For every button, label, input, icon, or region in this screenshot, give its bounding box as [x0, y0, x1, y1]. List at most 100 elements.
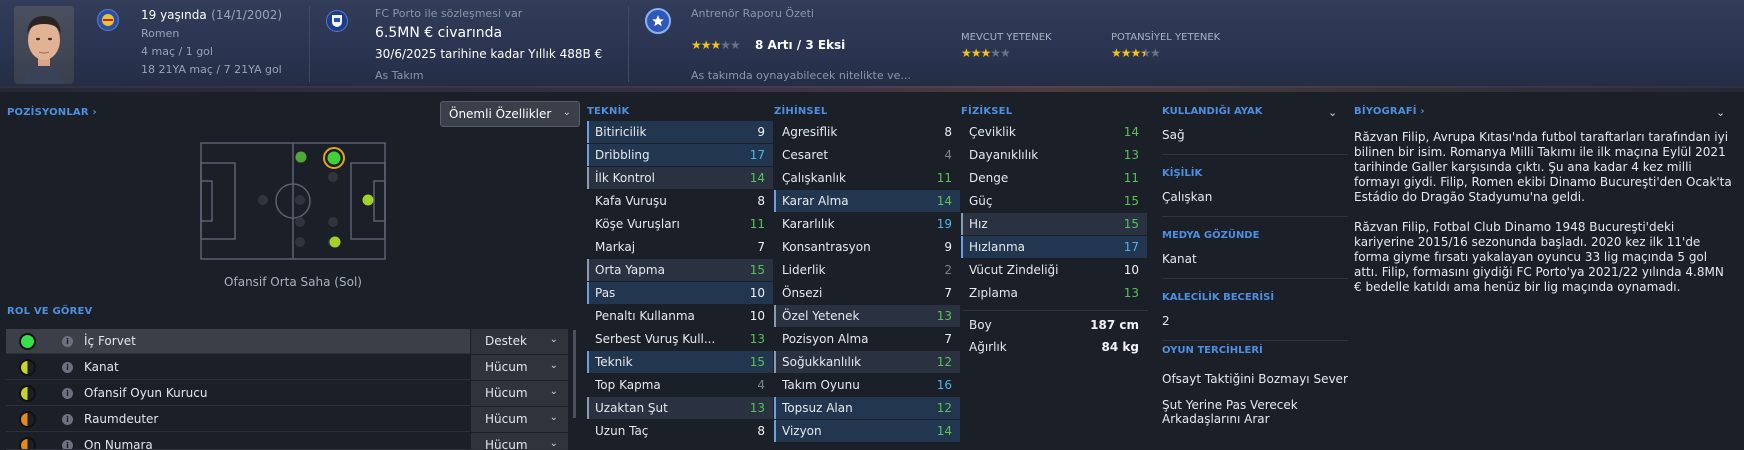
attribute-value: 10 — [749, 286, 765, 300]
role-row[interactable]: i İç Forvet Destek ⌄ — [6, 329, 568, 354]
media-description: Kanat — [1162, 252, 1197, 266]
attribute-value: 15 — [1123, 217, 1139, 231]
position-pitch — [200, 142, 386, 260]
attribute-name: Uzun Taç — [595, 424, 649, 438]
info-icon[interactable]: i — [62, 414, 73, 425]
duty-dropdown[interactable]: Destek ⌄ — [470, 329, 568, 354]
duty-dropdown[interactable]: Hücum ⌄ — [470, 433, 568, 449]
weight-value: 84 kg — [1101, 340, 1139, 354]
attribute-value: 13 — [749, 401, 765, 415]
attribute-name: Top Kapma — [595, 378, 661, 392]
info-icon[interactable]: i — [62, 336, 73, 347]
duty-dropdown[interactable]: Hücum ⌄ — [470, 407, 568, 432]
contract-club: FC Porto ile sözleşmesi var — [375, 7, 523, 20]
attribute-value: 19 — [936, 217, 952, 231]
attribute-row: İlk Kontrol 14 — [587, 167, 773, 189]
mental-title: ZİHİNSEL — [774, 106, 828, 117]
attribute-row: Cesaret 4 — [774, 144, 960, 166]
potential-ability-label: POTANSİYEL YETENEK — [1111, 32, 1221, 43]
attribute-name: Çeviklik — [969, 125, 1016, 139]
attribute-name: Serbest Vuruş Kull... — [595, 332, 716, 346]
attribute-value: 10 — [749, 309, 765, 323]
duty-dropdown[interactable]: Hücum ⌄ — [470, 355, 568, 380]
attribute-name: Önsezi — [782, 286, 823, 300]
attribute-value: 14 — [936, 424, 952, 438]
attribute-value: 7 — [944, 332, 952, 346]
attribute-name: Uzaktan Şut — [595, 401, 668, 415]
player-trait: Ofsayt Taktiğini Bozmayı Sever — [1162, 372, 1348, 386]
duty-dropdown[interactable]: Hücum ⌄ — [470, 381, 568, 406]
chevron-down-icon: ⌄ — [549, 360, 558, 371]
info-icon[interactable]: i — [62, 388, 73, 399]
attribute-row: Liderlik 2 — [774, 259, 960, 281]
attribute-value: 12 — [936, 355, 952, 369]
attribute-name: Kararlılık — [782, 217, 835, 231]
divider — [1162, 216, 1348, 217]
attribute-name: İlk Kontrol — [595, 171, 655, 185]
attribute-row: Agresiflik 8 — [774, 121, 960, 143]
attribute-name: Vücut Zindeliği — [969, 263, 1059, 277]
roles-title: ROL VE GÖREV — [7, 306, 93, 317]
star-badge-icon — [645, 8, 671, 34]
attribute-row: Özel Yetenek 13 — [774, 305, 960, 327]
physical-title: FİZİKSEL — [961, 106, 1013, 117]
attribute-row: Topsuz Alan 12 — [774, 397, 960, 419]
role-row[interactable]: i Ofansif Oyun Kurucu Hücum ⌄ — [6, 381, 568, 406]
role-row[interactable]: i Raumdeuter Hücum ⌄ — [6, 407, 568, 432]
attribute-row: Konsantrasyon 9 — [774, 236, 960, 258]
club-crest-icon — [326, 10, 348, 32]
attribute-filter-value: Önemli Özellikler — [449, 107, 552, 121]
chevron-down-icon: ⌄ — [549, 412, 558, 423]
height-value: 187 cm — [1090, 318, 1139, 332]
chevron-down-icon[interactable]: ⌄ — [1328, 106, 1337, 119]
attribute-name: Köşe Vuruşları — [595, 217, 680, 231]
attribute-value: 14 — [1123, 125, 1139, 139]
attribute-row: Top Kapma 4 — [587, 374, 773, 396]
attribute-row: Soğukkanlılık 12 — [774, 351, 960, 373]
chevron-down-icon: ⌄ — [549, 334, 558, 345]
duty-value: Hücum — [485, 412, 528, 426]
info-icon[interactable]: i — [62, 440, 73, 449]
biography-title[interactable]: BİYOGRAFİ › — [1354, 106, 1425, 117]
divider — [962, 310, 1148, 311]
player-trait: Şut Yerine Pas Verecek — [1162, 398, 1298, 412]
flag-icon — [97, 9, 119, 31]
role-name: Raumdeuter — [84, 412, 159, 426]
chevron-down-icon: ⌄ — [562, 107, 571, 118]
positions-title[interactable]: POZİSYONLAR › — [7, 107, 97, 118]
role-row[interactable]: i Kanat Hücum ⌄ — [6, 355, 568, 380]
attribute-row: Kararlılık 19 — [774, 213, 960, 235]
attribute-row: Serbest Vuruş Kull... 13 — [587, 328, 773, 350]
personality: Çalışkan — [1162, 190, 1213, 204]
roles-scrollbar[interactable] — [573, 330, 576, 418]
attribute-row: Çalışkanlık 11 — [774, 167, 960, 189]
attribute-filter-dropdown[interactable]: Önemli Özellikler ⌄ — [440, 101, 580, 127]
attribute-name: Pozisyon Alma — [782, 332, 869, 346]
info-icon[interactable]: i — [62, 362, 73, 373]
pros-cons: 8 Artı / 3 Eksi — [755, 38, 846, 52]
role-row[interactable]: i On Numara Hücum ⌄ — [6, 433, 568, 450]
chevron-down-icon[interactable]: ⌄ — [1716, 106, 1725, 119]
header-separator — [628, 6, 629, 82]
squad-status: As Takım — [375, 69, 424, 82]
attribute-name: Güç — [969, 194, 993, 208]
contract-details: 30/6/2025 tarihine kadar Yıllık 488B € — [375, 47, 603, 61]
goalkeeping-value: 2 — [1162, 314, 1170, 328]
attribute-name: Vizyon — [782, 424, 822, 438]
international-caps: 4 maç / 1 gol — [141, 45, 213, 58]
duty-value: Hücum — [485, 360, 528, 374]
attribute-value: 13 — [936, 309, 952, 323]
player-value: 6.5MN € civarında — [375, 25, 503, 41]
attribute-row: Güç 15 — [961, 190, 1147, 212]
attribute-value: 14 — [936, 194, 952, 208]
role-name: On Numara — [84, 438, 153, 450]
attribute-value: 10 — [1123, 263, 1139, 277]
height-row: Boy 187 cm — [961, 314, 1147, 336]
attribute-value: 13 — [1123, 148, 1139, 162]
u21-caps: 18 21YA maç / 7 21YA gol — [141, 63, 282, 76]
report-summary[interactable]: As takımda oynayabilecek nitelikte ve... — [691, 69, 911, 82]
coach-report-title[interactable]: Antrenör Raporu Özeti — [691, 7, 814, 20]
preferred-foot: Sağ — [1162, 128, 1185, 142]
player-portrait — [14, 6, 74, 84]
attribute-row: Zıplama 13 — [961, 282, 1147, 304]
